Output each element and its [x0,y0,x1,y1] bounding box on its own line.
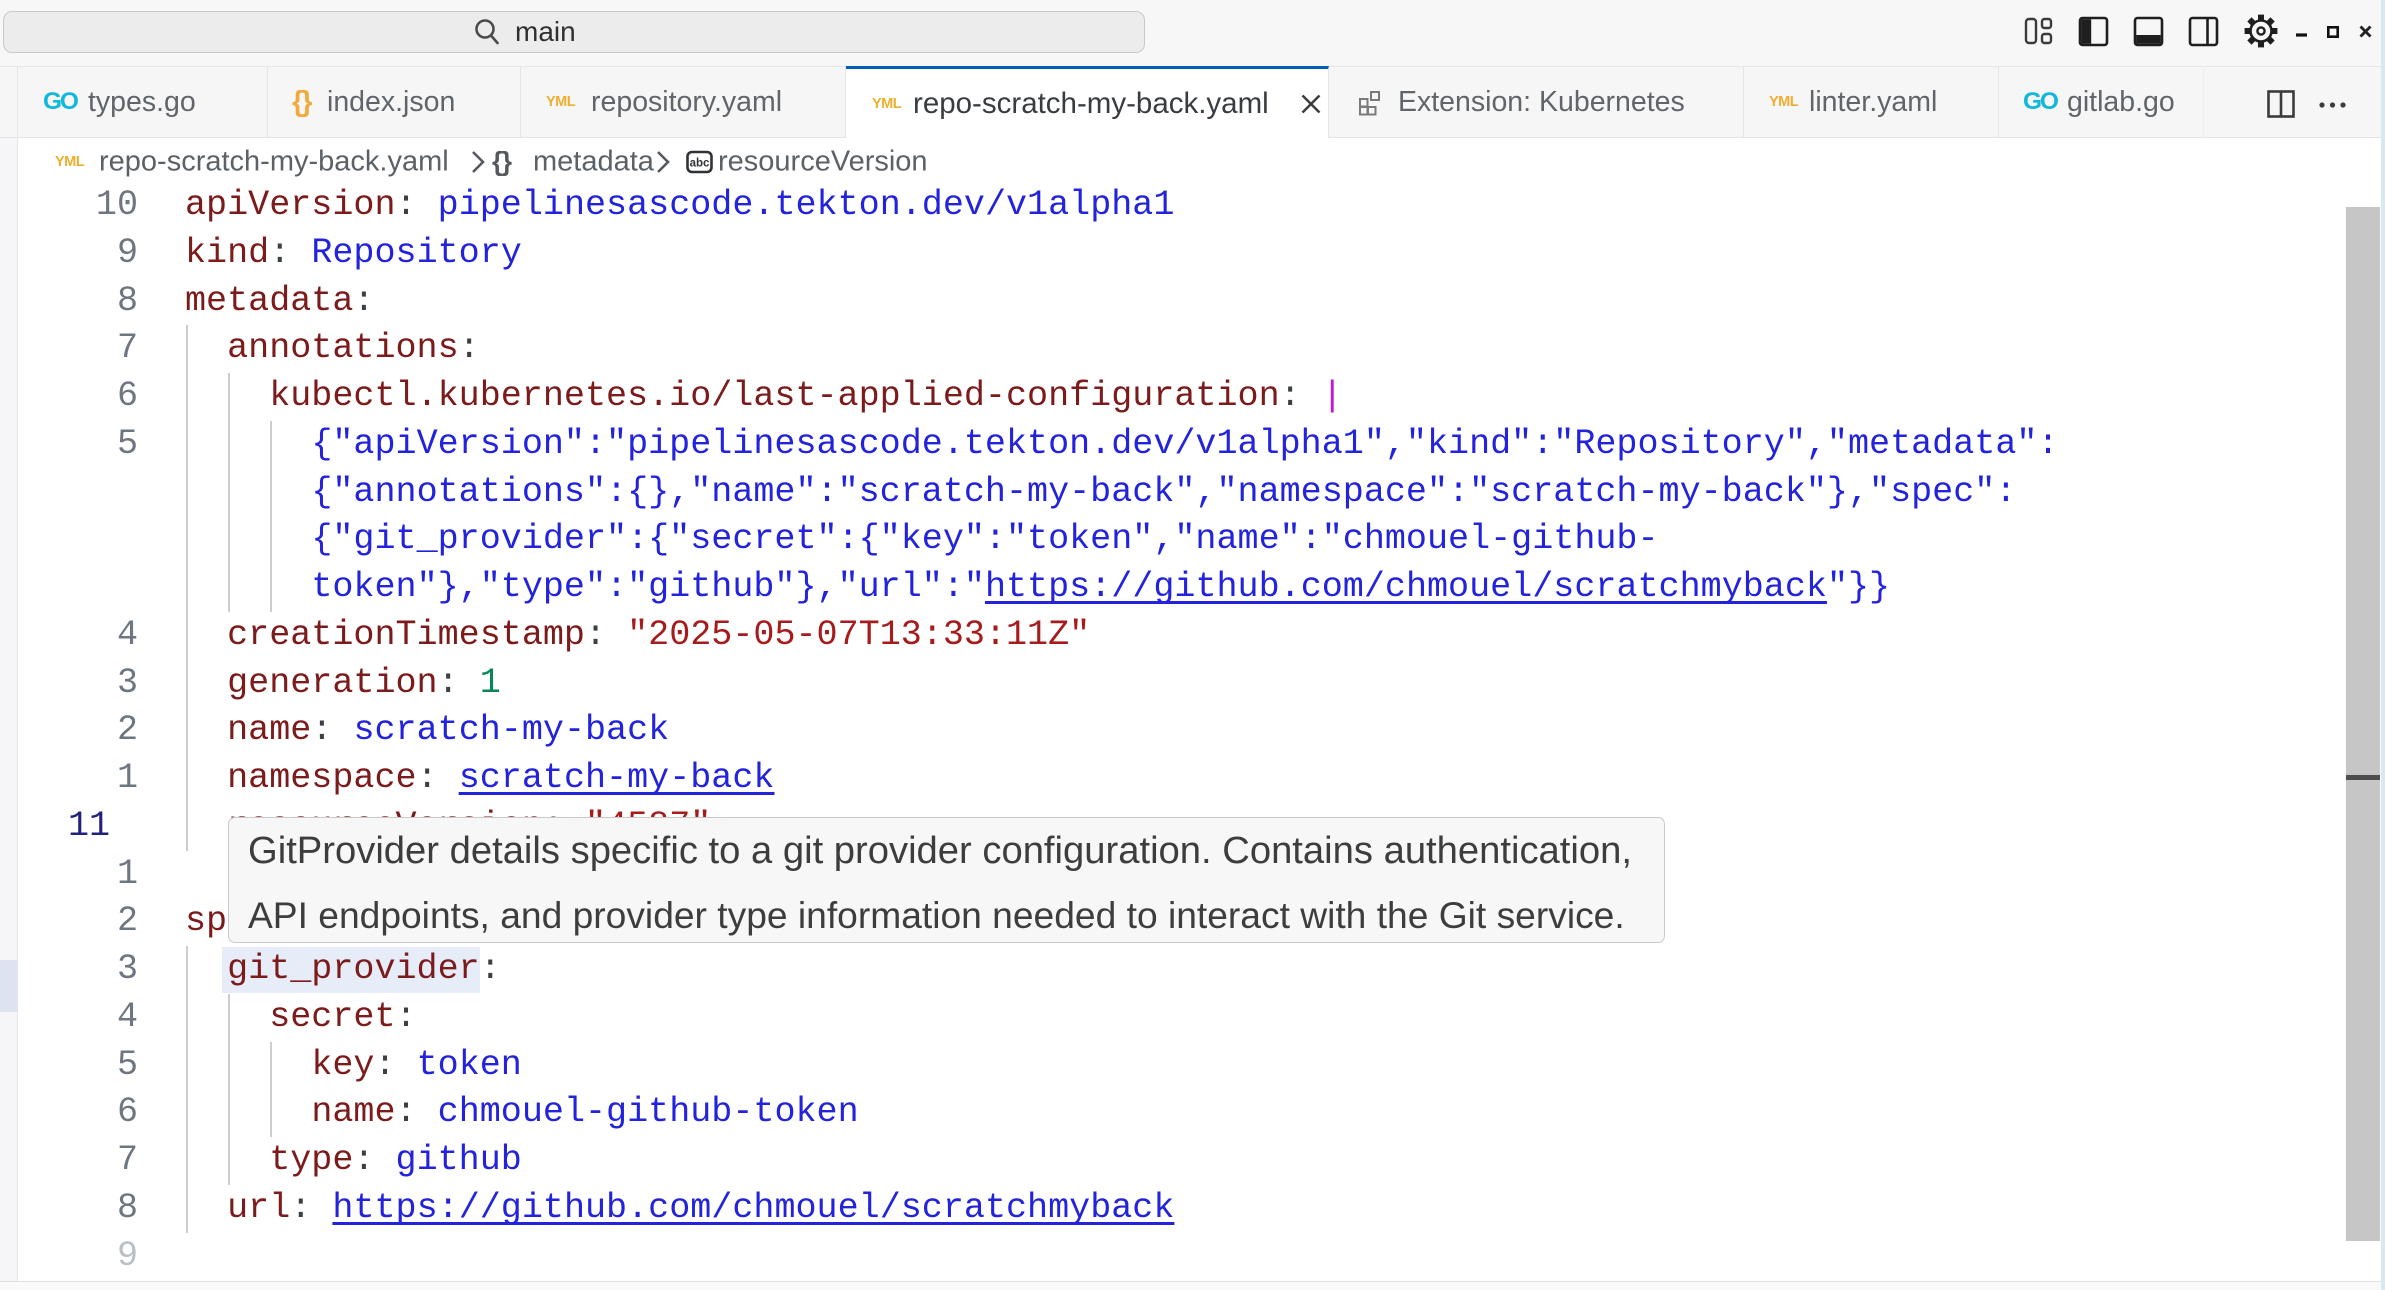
svg-text:abc: abc [690,157,710,169]
